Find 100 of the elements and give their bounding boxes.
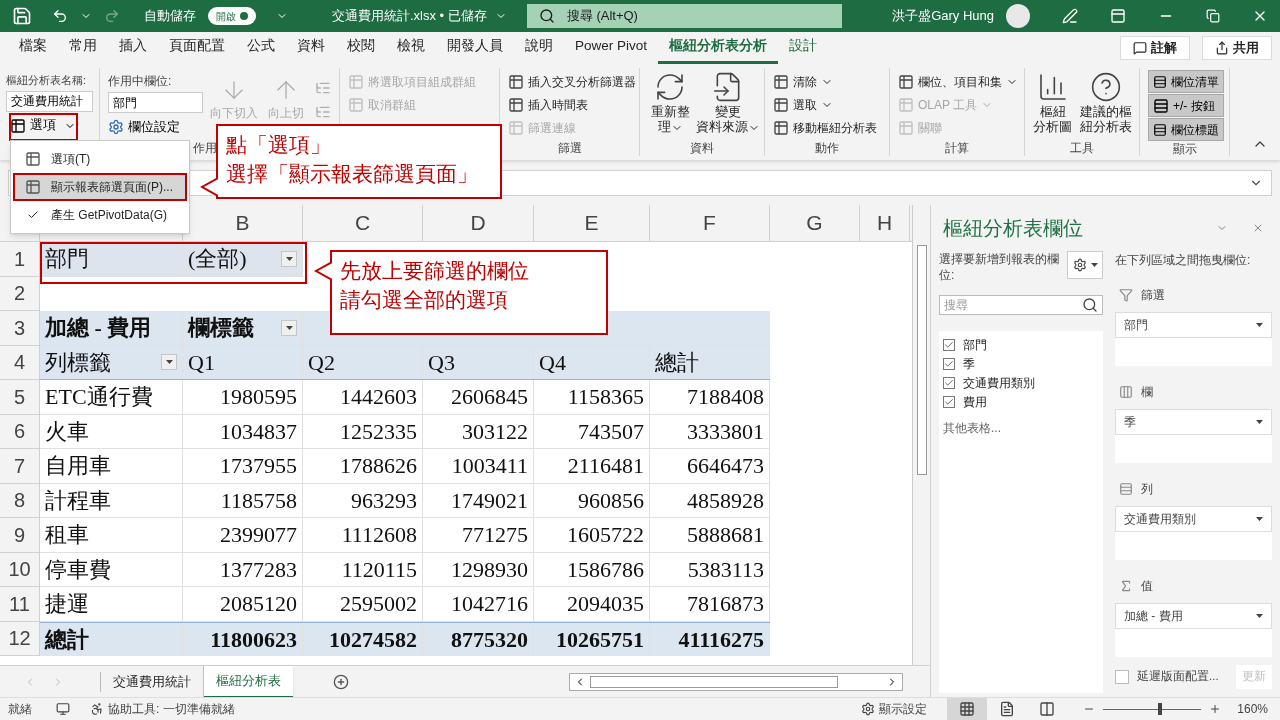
undo-icon[interactable]: [52, 8, 68, 24]
table-cell-text: 1120115: [341, 555, 417, 584]
zoom-slider-thumb[interactable]: [1158, 703, 1163, 715]
filter-dropdown-button[interactable]: [281, 319, 297, 336]
scrollbar-thumb[interactable]: [590, 675, 838, 688]
ribbon-display-icon[interactable]: [1110, 8, 1126, 24]
ribbon-large-button[interactable]: 建議的樞 紐分析表: [1080, 71, 1132, 135]
column-header[interactable]: H: [876, 207, 893, 239]
field-name[interactable]: 季: [963, 354, 975, 373]
settings-icon[interactable]: [861, 702, 876, 716]
settings-icon: [1072, 258, 1087, 272]
ribbon-tab[interactable]: 檢視: [386, 32, 436, 64]
area-field-button[interactable]: 部門: [1115, 312, 1272, 338]
share-button[interactable]: 共用: [1202, 36, 1272, 60]
field-checkbox[interactable]: [943, 376, 955, 389]
ribbon-tab[interactable]: 說明: [514, 32, 564, 64]
pivot-name-field[interactable]: 交通費用統計: [6, 90, 93, 112]
ribbon-tab[interactable]: 設計: [778, 32, 829, 64]
area-field-button[interactable]: 交通費用類別: [1115, 506, 1272, 532]
filter-dropdown-button[interactable]: [161, 354, 177, 371]
display-toggle[interactable]: 欄位清單: [1148, 70, 1224, 93]
pen-icon[interactable]: [1062, 8, 1078, 24]
accessibility-icon[interactable]: [90, 702, 104, 716]
filter-dropdown-button[interactable]: [281, 250, 297, 267]
collapse-field-icon[interactable]: [315, 104, 331, 120]
field-name[interactable]: 費用: [963, 392, 987, 411]
ribbon-tab[interactable]: 常用: [58, 32, 108, 64]
area-drop-zone[interactable]: 部門: [1115, 312, 1272, 366]
table-cell-text: 租車: [45, 521, 89, 550]
accessibility-status[interactable]: 協助工具: 一切準備就緒: [108, 700, 235, 718]
close-icon[interactable]: [1252, 222, 1264, 234]
expand-field-icon[interactable]: [315, 80, 331, 96]
ribbon-tab[interactable]: 校閱: [336, 32, 386, 64]
autosave-icon[interactable]: [12, 6, 32, 26]
zoom-level[interactable]: 160%: [1237, 700, 1268, 718]
column-header[interactable]: G: [806, 207, 823, 239]
sheet-tab[interactable]: 樞紐分析表: [204, 665, 293, 698]
display-toggle[interactable]: +/- 按鈕: [1148, 94, 1224, 117]
more-tables-link[interactable]: 其他表格...: [939, 419, 1005, 437]
restore-icon[interactable]: [1206, 9, 1220, 23]
field-checkbox[interactable]: [943, 338, 955, 351]
ribbon-command[interactable]: 清除: [773, 70, 833, 93]
add-sheet-icon[interactable]: [333, 673, 349, 690]
table-cell-text: 1112608: [341, 521, 417, 550]
ribbon-large-button[interactable]: 樞紐 分析圖: [1033, 71, 1072, 135]
ribbon-tab[interactable]: 插入: [108, 32, 158, 64]
field-settings-button[interactable]: 欄位設定: [108, 115, 180, 139]
area-drop-zone[interactable]: 交通費用類別: [1115, 506, 1272, 560]
column-header[interactable]: F: [703, 207, 716, 239]
zoom-in-icon[interactable]: [1209, 703, 1222, 715]
menu-item[interactable]: 選項(T): [13, 145, 187, 173]
ribbon-tab[interactable]: 頁面配置: [158, 32, 236, 64]
display-settings-link[interactable]: 顯示設定: [879, 700, 928, 718]
caret-icon: [165, 360, 173, 365]
group-label: 計算: [945, 140, 969, 156]
column-header[interactable]: E: [584, 207, 599, 239]
ribbon-large-button[interactable]: 重新整 理: [648, 71, 692, 135]
field-name[interactable]: 部門: [963, 335, 987, 354]
defer-checkbox[interactable]: [1115, 670, 1129, 684]
document-title[interactable]: 交通費用統計.xlsx • 已儲存: [332, 6, 487, 26]
autosave-toggle[interactable]: 開啟: [208, 7, 256, 25]
display-toggle[interactable]: 欄位標題: [1148, 118, 1224, 141]
ribbon-command[interactable]: 欄位、項目和集: [898, 70, 1018, 93]
area-drop-zone[interactable]: 季: [1115, 409, 1272, 463]
ribbon-command[interactable]: 移動樞紐分析表: [773, 116, 877, 139]
area-field-button[interactable]: 季: [1115, 409, 1272, 435]
ribbon-tab[interactable]: Power Pivot: [564, 32, 659, 64]
column-header[interactable]: C: [354, 207, 371, 239]
tools-button[interactable]: [1067, 251, 1103, 279]
table-cell-text: 771275: [462, 521, 528, 550]
field-name[interactable]: 交通費用類別: [963, 373, 1035, 392]
column-header[interactable]: B: [235, 207, 250, 239]
ribbon-tab[interactable]: 開發人員: [436, 32, 514, 64]
area-drop-zone[interactable]: 加總 - 費用: [1115, 603, 1272, 657]
menu-item[interactable]: 顯示報表篩選頁面(P)...: [13, 173, 187, 201]
ribbon-command[interactable]: 選取: [773, 93, 833, 116]
ribbon-tab[interactable]: 資料: [286, 32, 336, 64]
area-field-button[interactable]: 加總 - 費用: [1115, 603, 1272, 629]
ribbon-tab[interactable]: 公式: [236, 32, 286, 64]
view-button[interactable]: [947, 698, 988, 720]
avatar[interactable]: [1006, 4, 1030, 28]
vertical-scrollbar[interactable]: [912, 205, 930, 665]
column-header[interactable]: D: [470, 207, 486, 239]
menu-item[interactable]: 產生 GetPivotData(G): [13, 201, 187, 229]
table-cell-text: 6646473: [687, 452, 764, 481]
search-field[interactable]: 搜尋 (Alt+Q): [526, 4, 842, 28]
ribbon-command[interactable]: 插入時間表: [508, 93, 588, 116]
table-cell-text: 8775320: [451, 625, 528, 654]
zoom-slider[interactable]: [1103, 703, 1202, 715]
table-cell-text: 2116481: [567, 452, 644, 481]
ribbon-command[interactable]: 插入交叉分析篩選器: [508, 70, 636, 93]
horizontal-scrollbar[interactable]: [569, 672, 903, 691]
field-checkbox[interactable]: [943, 357, 955, 370]
field-checkbox[interactable]: [943, 395, 955, 408]
active-field-field[interactable]: 部門: [108, 92, 204, 113]
callout-text: 點「選項」: [226, 132, 331, 158]
comments-button[interactable]: 註解: [1120, 36, 1190, 60]
pivot-label: 列標籤: [45, 348, 111, 377]
ribbon-tab[interactable]: 檔案: [8, 32, 58, 64]
options-button[interactable]: 選項: [6, 113, 80, 138]
